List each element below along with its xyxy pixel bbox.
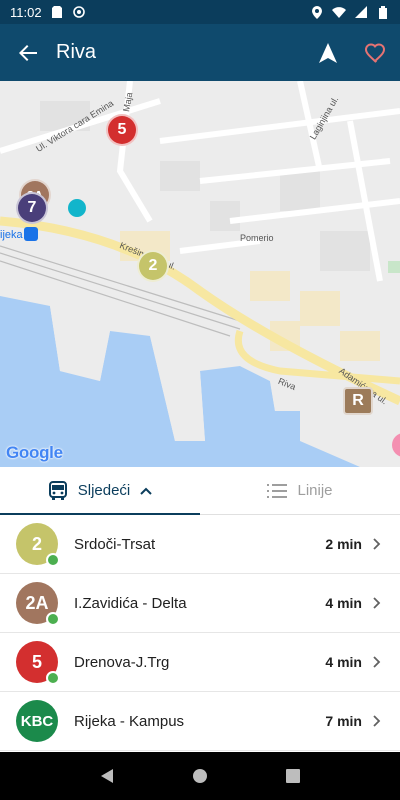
live-indicator — [46, 612, 60, 626]
heart-outline-icon — [365, 42, 386, 63]
arrival-time: 4 min — [325, 654, 362, 670]
bus-icon — [48, 480, 67, 500]
system-nav-bar — [0, 752, 400, 800]
chevron-right-icon — [370, 714, 384, 728]
list-item[interactable]: 2 Srdoči-Trsat 2 min — [0, 515, 400, 574]
route-name: Rijeka - Kampus — [74, 712, 185, 730]
nav-recents-button[interactable] — [273, 756, 313, 796]
status-time: 11:02 — [10, 4, 42, 20]
map-view[interactable]: Ul. Viktora cara Emina Maja Laginjina ul… — [0, 81, 400, 467]
route-name: I.Zavidića - Delta — [74, 594, 187, 612]
back-button[interactable] — [0, 24, 56, 81]
google-attribution: Google — [6, 443, 63, 462]
chevron-right-icon — [370, 655, 384, 669]
data-saver-icon — [72, 5, 86, 19]
street-label: ijeka — [0, 229, 23, 241]
signal-icon — [354, 5, 368, 19]
line-badge: 5 — [16, 641, 60, 685]
route-name: Drenova-J.Trg — [74, 653, 170, 671]
map-marker-7[interactable]: 7 — [16, 192, 48, 224]
arrival-time: 2 min — [325, 536, 362, 552]
line-number: 2A — [25, 592, 49, 613]
route-name: Srdoči-Trsat — [74, 535, 156, 553]
line-badge: 2 — [16, 523, 60, 567]
nav-recents-icon — [286, 769, 301, 783]
list-item[interactable]: 5 Drenova-J.Trg 4 min — [0, 633, 400, 692]
list-item[interactable]: KBC Rijeka - Kampus 7 min — [0, 692, 400, 751]
tab-lines[interactable]: Linije — [200, 467, 400, 514]
line-number: 2 — [31, 533, 42, 554]
wifi-icon — [332, 5, 346, 19]
tab-next-label: Sljedeći — [77, 482, 131, 499]
nav-home-icon — [192, 769, 207, 783]
app-bar: Riva — [0, 24, 400, 81]
google-logo: Google — [6, 443, 63, 463]
arrival-time: 4 min — [325, 595, 362, 611]
arrival-time: 7 min — [325, 713, 362, 729]
live-indicator — [46, 671, 60, 685]
map-marker-5[interactable]: 5 — [106, 114, 138, 146]
line-badge: 2A — [16, 582, 60, 626]
line-badge: KBC — [16, 700, 58, 742]
location-icon — [310, 5, 324, 19]
navigation-button[interactable] — [304, 24, 352, 81]
departures-list: 2 Srdoči-Trsat 2 min 2A I.Zavidića - Del… — [0, 515, 400, 751]
map-marker-r[interactable]: R — [343, 387, 373, 415]
favorite-button[interactable] — [352, 24, 400, 81]
status-bar: 11:02 — [0, 0, 400, 24]
nav-home-button[interactable] — [180, 756, 220, 796]
tab-lines-label: Linije — [297, 482, 333, 499]
line-number: KBC — [20, 712, 54, 730]
tab-next-departures[interactable]: Sljedeći — [0, 467, 200, 515]
list-item[interactable]: 2A I.Zavidića - Delta 4 min — [0, 574, 400, 633]
nav-back-button[interactable] — [87, 756, 127, 796]
chevron-right-icon — [370, 596, 384, 610]
back-arrow-icon — [19, 44, 37, 61]
chevron-up-icon — [140, 487, 152, 495]
battery-icon — [376, 5, 390, 19]
chevron-right-icon — [370, 537, 384, 551]
tab-bar: Sljedeći Linije — [0, 467, 400, 515]
map-marker-2[interactable]: 2 — [137, 250, 169, 282]
live-indicator — [46, 553, 60, 567]
page-title: Riva — [56, 41, 97, 63]
street-label: Pomerio — [240, 233, 274, 243]
sd-card-icon — [50, 5, 64, 19]
nav-back-icon — [100, 769, 113, 783]
navigation-icon — [319, 42, 337, 63]
list-icon — [267, 483, 288, 498]
line-number: 5 — [31, 651, 42, 672]
